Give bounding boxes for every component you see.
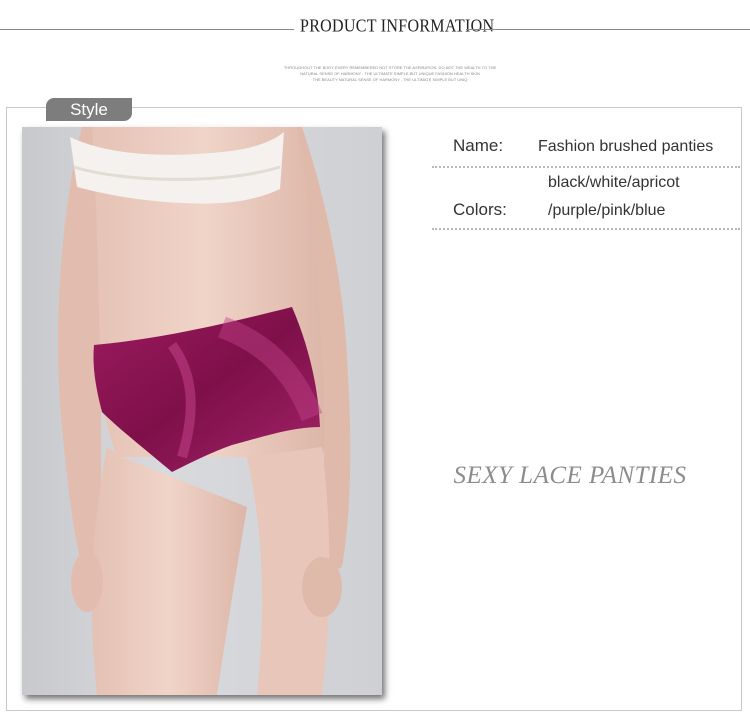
colors-label: Colors:: [453, 200, 507, 219]
header-rule-right: [466, 29, 750, 30]
name-value: Fashion brushed panties: [538, 138, 714, 155]
divider-2: [432, 228, 740, 230]
header-rule-left: [0, 29, 294, 30]
header-tagline-line-3: THE BEAUTY NATURAL SENSE OF HARMONY , TH…: [312, 77, 468, 82]
product-photo: [22, 127, 382, 695]
colors-value-line-1: black/white/apricot: [548, 174, 680, 191]
model-illustration: [58, 127, 351, 695]
header-tagline-line-1: THROUGHOUT THE BODY EVERY REMEMBERED NOT…: [283, 65, 497, 70]
style-tag: Style: [46, 98, 132, 121]
page-title: PRODUCT INFORMATION: [300, 16, 495, 36]
slogan-text: SEXY LACE PANTIES: [453, 462, 687, 489]
header-tagline-line-2: NATURAL SENSE OF HARMONY , THE ULTIMATE …: [300, 71, 480, 76]
name-label: Name:: [453, 136, 504, 155]
divider-1: [432, 166, 740, 168]
colors-value-line-2: /purple/pink/blue: [548, 202, 666, 219]
